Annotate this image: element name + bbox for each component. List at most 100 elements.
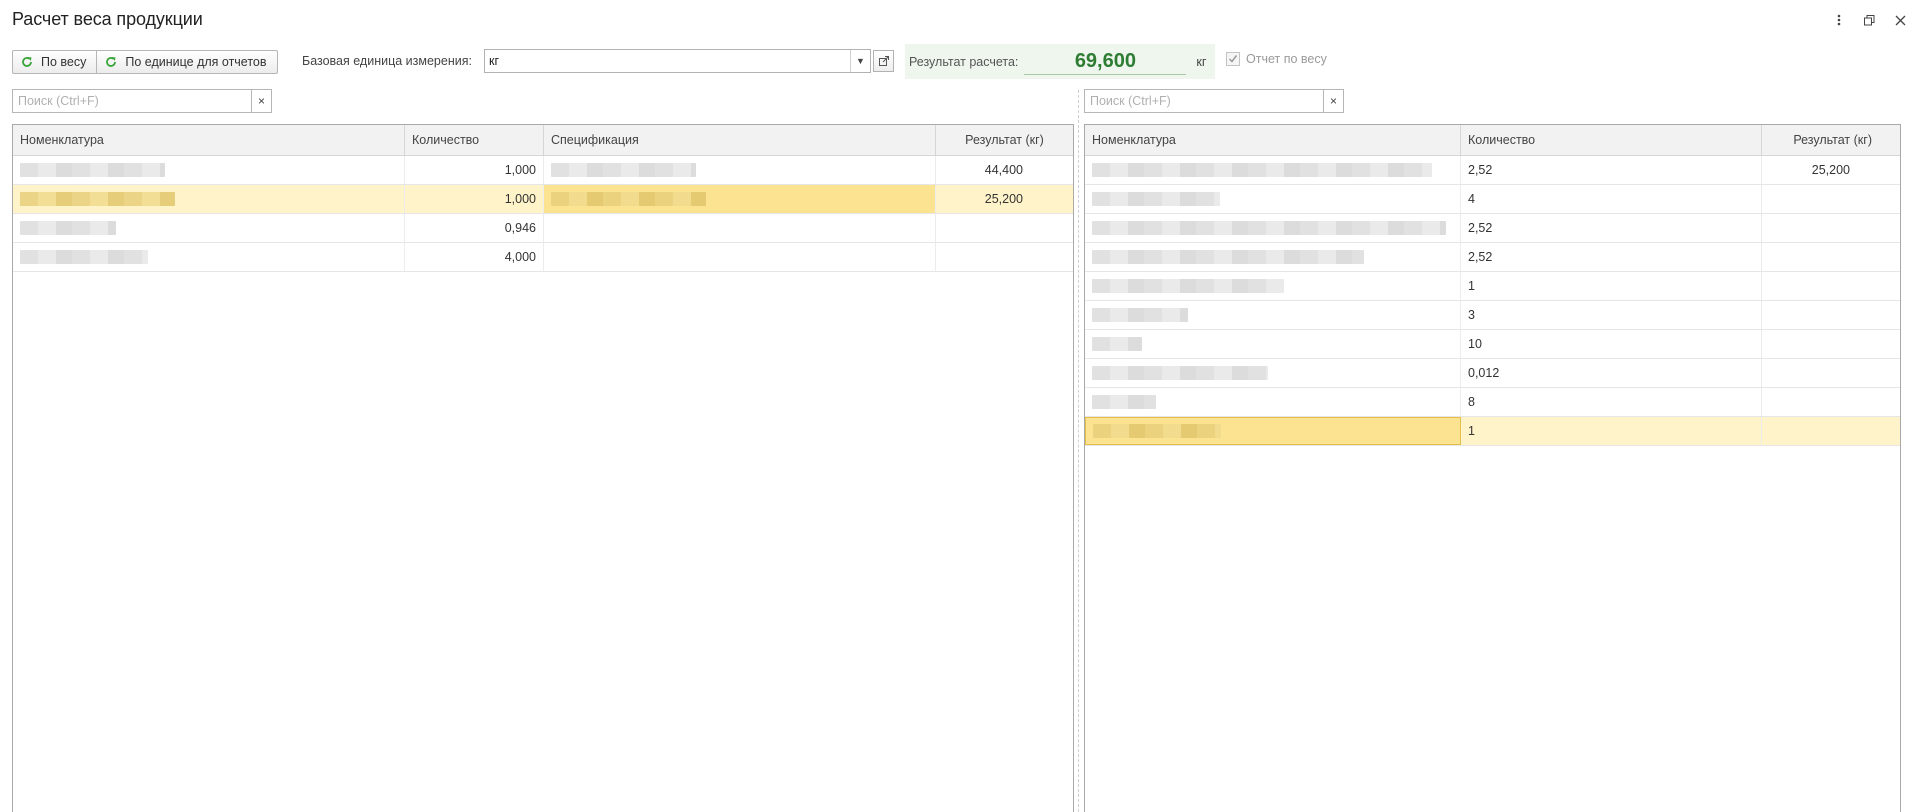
table-header: Номенклатура Количество Результат (кг) <box>1085 125 1900 156</box>
quantity-cell[interactable]: 2,52 <box>1461 243 1762 271</box>
nomenclature-cell[interactable] <box>13 243 405 271</box>
app-window: Расчет веса продукции По весу По единице… <box>0 0 1916 812</box>
quantity-cell[interactable]: 2,52 <box>1461 214 1762 242</box>
redacted-text <box>1092 221 1446 235</box>
result-cell[interactable] <box>1762 272 1900 300</box>
clear-icon[interactable]: × <box>251 90 271 112</box>
result-cell[interactable] <box>1762 185 1900 213</box>
nomenclature-cell[interactable] <box>1085 301 1461 329</box>
by-weight-button[interactable]: По весу <box>12 49 98 74</box>
redacted-text <box>551 163 696 177</box>
close-icon[interactable] <box>1885 8 1916 32</box>
result-label: Результат расчета: <box>909 54 1019 69</box>
nomenclature-cell[interactable] <box>1085 330 1461 358</box>
quantity-cell[interactable]: 10 <box>1461 330 1762 358</box>
result-cell[interactable] <box>936 243 1073 271</box>
window-controls <box>1823 8 1916 32</box>
checkmark-icon[interactable] <box>1226 52 1240 66</box>
table-row[interactable]: 0,012 <box>1085 359 1900 388</box>
result-cell[interactable] <box>1762 301 1900 329</box>
result-cell[interactable] <box>1762 214 1900 242</box>
table-row[interactable]: 2,52 25,200 <box>1085 156 1900 185</box>
table-row[interactable]: 2,52 <box>1085 214 1900 243</box>
open-icon[interactable] <box>873 50 894 72</box>
base-unit-value[interactable]: кг <box>485 54 850 68</box>
quantity-cell[interactable]: 2,52 <box>1461 156 1762 184</box>
refresh-icon <box>21 56 33 68</box>
quantity-cell[interactable]: 8 <box>1461 388 1762 416</box>
nomenclature-cell[interactable] <box>1085 388 1461 416</box>
clear-icon[interactable]: × <box>1323 90 1343 112</box>
col-header-specification[interactable]: Спецификация <box>544 125 936 155</box>
col-header-result[interactable]: Результат (кг) <box>936 125 1073 155</box>
nomenclature-cell[interactable] <box>1085 156 1461 184</box>
table-row[interactable]: 1,000 25,200 <box>13 185 1073 214</box>
nomenclature-cell[interactable] <box>1085 359 1461 387</box>
table-row[interactable]: 3 <box>1085 301 1900 330</box>
result-cell[interactable]: 44,400 <box>936 156 1073 184</box>
left-search: × <box>12 89 272 113</box>
col-header-quantity[interactable]: Количество <box>405 125 544 155</box>
result-cell[interactable] <box>1762 330 1900 358</box>
base-unit-field[interactable]: кг ▼ <box>484 49 871 73</box>
result-cell[interactable]: 25,200 <box>1762 156 1900 184</box>
result-cell[interactable] <box>1762 359 1900 387</box>
nomenclature-cell[interactable] <box>1085 243 1461 271</box>
redacted-text <box>1092 192 1220 206</box>
result-cell[interactable]: 25,200 <box>936 185 1073 213</box>
result-cell[interactable] <box>1762 243 1900 271</box>
table-row[interactable]: 2,52 <box>1085 243 1900 272</box>
table-row[interactable]: 1,000 44,400 <box>13 156 1073 185</box>
table-row[interactable]: 0,946 <box>13 214 1073 243</box>
report-by-weight-checkbox[interactable]: Отчет по весу <box>1226 52 1327 66</box>
report-by-weight-label: Отчет по весу <box>1246 52 1327 66</box>
nomenclature-cell[interactable] <box>13 185 405 213</box>
restore-icon[interactable] <box>1854 8 1885 32</box>
refresh-icon <box>105 56 117 68</box>
by-report-unit-button[interactable]: По единице для отчетов <box>97 49 278 74</box>
result-cell[interactable] <box>1762 388 1900 416</box>
quantity-cell[interactable]: 4 <box>1461 185 1762 213</box>
table-row[interactable]: 4,000 <box>13 243 1073 272</box>
col-header-nomenclature[interactable]: Номенклатура <box>13 125 405 155</box>
nomenclature-cell[interactable] <box>1085 417 1461 445</box>
col-header-result[interactable]: Результат (кг) <box>1762 125 1900 155</box>
table-row[interactable]: 10 <box>1085 330 1900 359</box>
nomenclature-cell[interactable] <box>13 214 405 242</box>
redacted-text <box>20 163 165 177</box>
table-row[interactable]: 1 <box>1085 417 1900 446</box>
nomenclature-cell[interactable] <box>1085 214 1461 242</box>
quantity-cell[interactable]: 4,000 <box>405 243 544 271</box>
more-icon[interactable] <box>1823 8 1854 32</box>
redacted-text <box>1092 163 1432 177</box>
quantity-cell[interactable]: 1,000 <box>405 156 544 184</box>
chevron-down-icon[interactable]: ▼ <box>850 50 870 72</box>
result-cell[interactable] <box>1762 417 1900 445</box>
quantity-cell[interactable]: 1 <box>1461 272 1762 300</box>
quantity-cell[interactable]: 1,000 <box>405 185 544 213</box>
table-row[interactable]: 1 <box>1085 272 1900 301</box>
specification-cell[interactable] <box>544 243 936 271</box>
quantity-cell[interactable]: 0,946 <box>405 214 544 242</box>
specification-cell[interactable] <box>544 156 936 184</box>
quantity-cell[interactable]: 1 <box>1461 417 1762 445</box>
col-header-nomenclature[interactable]: Номенклатура <box>1085 125 1461 155</box>
nomenclature-cell[interactable] <box>1085 185 1461 213</box>
table-row[interactable]: 4 <box>1085 185 1900 214</box>
result-panel: Результат расчета: 69,600 кг <box>905 44 1215 79</box>
nomenclature-cell[interactable] <box>1085 272 1461 300</box>
panel-splitter[interactable] <box>1078 90 1079 812</box>
quantity-cell[interactable]: 0,012 <box>1461 359 1762 387</box>
by-weight-label: По весу <box>41 54 87 69</box>
base-unit-label: Базовая единица измерения: <box>302 54 472 68</box>
redacted-text <box>551 192 706 206</box>
table-row[interactable]: 8 <box>1085 388 1900 417</box>
col-header-quantity[interactable]: Количество <box>1461 125 1762 155</box>
specification-cell[interactable] <box>544 214 936 242</box>
right-search-input[interactable] <box>1085 90 1323 112</box>
result-cell[interactable] <box>936 214 1073 242</box>
specification-cell[interactable] <box>544 185 936 213</box>
left-search-input[interactable] <box>13 90 251 112</box>
nomenclature-cell[interactable] <box>13 156 405 184</box>
quantity-cell[interactable]: 3 <box>1461 301 1762 329</box>
